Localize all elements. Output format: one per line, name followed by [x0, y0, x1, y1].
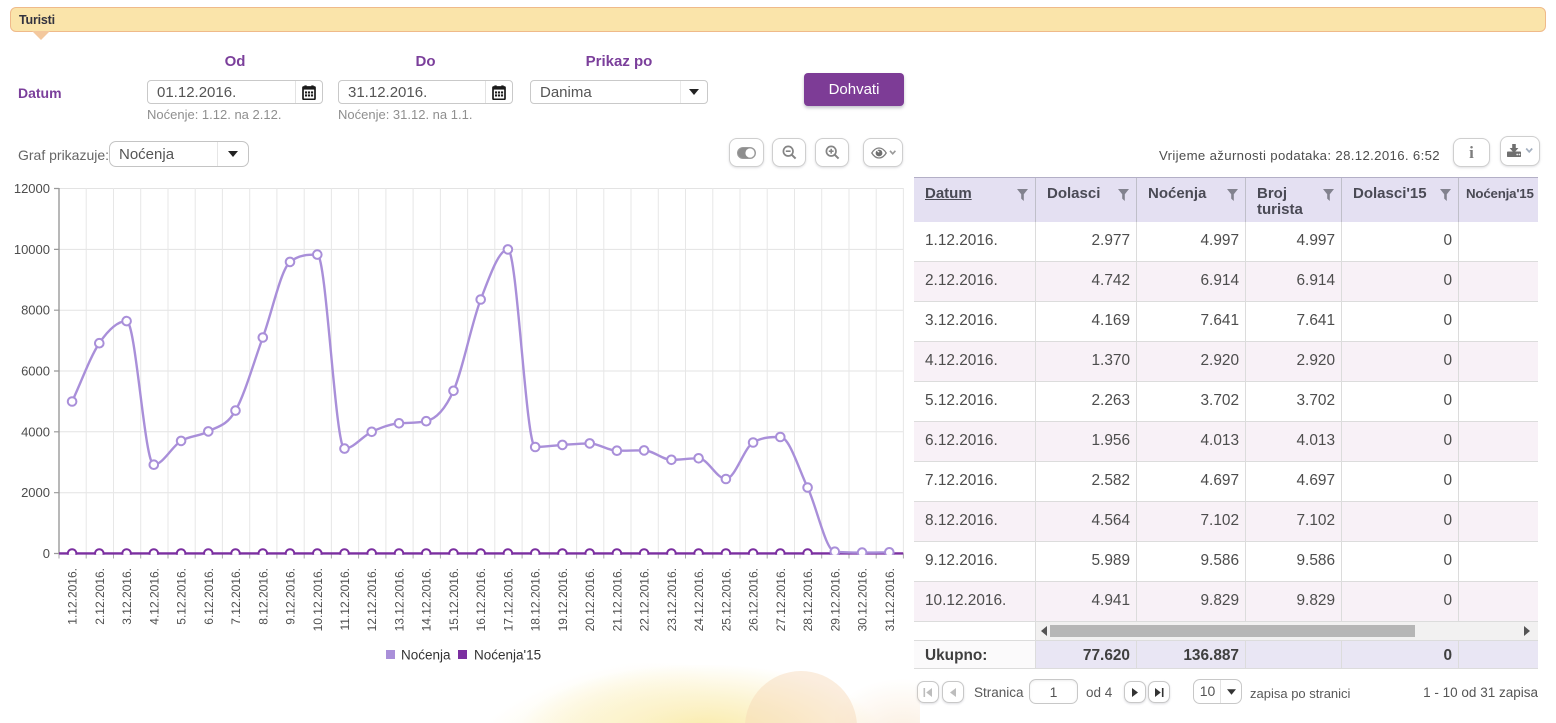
svg-text:2.12.2016.: 2.12.2016. [93, 568, 107, 625]
svg-text:4000: 4000 [21, 424, 50, 439]
svg-text:21.12.2016.: 21.12.2016. [610, 568, 624, 631]
svg-text:9.12.2016.: 9.12.2016. [284, 568, 298, 625]
svg-text:7.12.2016.: 7.12.2016. [229, 568, 243, 625]
svg-text:22.12.2016.: 22.12.2016. [638, 568, 652, 631]
svg-text:6000: 6000 [21, 364, 50, 379]
svg-text:12000: 12000 [14, 181, 50, 196]
svg-text:3.12.2016.: 3.12.2016. [120, 568, 134, 625]
svg-text:8.12.2016.: 8.12.2016. [256, 568, 270, 625]
svg-text:28.12.2016.: 28.12.2016. [801, 568, 815, 631]
svg-text:30.12.2016.: 30.12.2016. [856, 568, 870, 631]
svg-text:10.12.2016.: 10.12.2016. [311, 568, 325, 631]
svg-text:14.12.2016.: 14.12.2016. [420, 568, 434, 631]
svg-text:27.12.2016.: 27.12.2016. [774, 568, 788, 631]
svg-text:13.12.2016.: 13.12.2016. [393, 568, 407, 631]
svg-text:20.12.2016.: 20.12.2016. [583, 568, 597, 631]
svg-text:17.12.2016.: 17.12.2016. [501, 568, 515, 631]
svg-text:0: 0 [43, 546, 50, 561]
svg-text:29.12.2016.: 29.12.2016. [828, 568, 842, 631]
svg-text:25.12.2016.: 25.12.2016. [719, 568, 733, 631]
svg-text:24.12.2016.: 24.12.2016. [692, 568, 706, 631]
svg-text:26.12.2016.: 26.12.2016. [747, 568, 761, 631]
svg-text:Noćenja: Noćenja [401, 648, 451, 663]
svg-text:1.12.2016.: 1.12.2016. [66, 568, 80, 625]
svg-text:5.12.2016.: 5.12.2016. [175, 568, 189, 625]
svg-text:18.12.2016.: 18.12.2016. [529, 568, 543, 631]
svg-text:4.12.2016.: 4.12.2016. [147, 568, 161, 625]
svg-text:2000: 2000 [21, 485, 50, 500]
svg-text:10000: 10000 [14, 242, 50, 257]
svg-text:12.12.2016.: 12.12.2016. [365, 568, 379, 631]
svg-text:31.12.2016.: 31.12.2016. [883, 568, 897, 631]
svg-text:6.12.2016.: 6.12.2016. [202, 568, 216, 625]
svg-text:Noćenja'15: Noćenja'15 [474, 648, 541, 663]
svg-text:19.12.2016.: 19.12.2016. [556, 568, 570, 631]
svg-text:11.12.2016.: 11.12.2016. [338, 568, 352, 631]
svg-text:23.12.2016.: 23.12.2016. [665, 568, 679, 631]
svg-text:16.12.2016.: 16.12.2016. [474, 568, 488, 631]
svg-text:8000: 8000 [21, 303, 50, 318]
svg-text:15.12.2016.: 15.12.2016. [447, 568, 461, 631]
